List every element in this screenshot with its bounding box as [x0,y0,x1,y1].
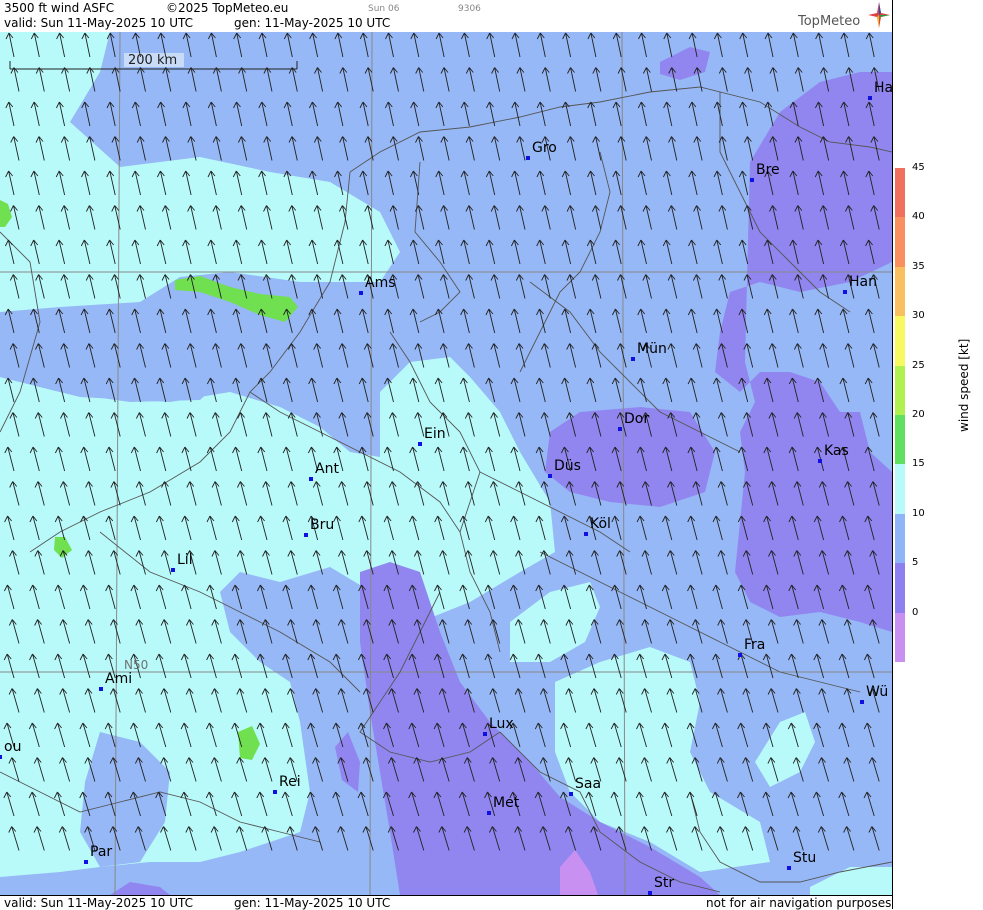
city-label: Ami [105,671,133,687]
city-marker [273,790,277,794]
city-marker [569,792,573,796]
city-label: Stu [793,850,817,866]
city-label: Str [654,875,675,891]
city-label: Köl [590,516,611,532]
city-label: Wü [866,684,889,700]
footer-gen-time: gen: 11-May-2025 10 UTC [234,896,391,910]
footer-bar: valid: Sun 11-May-2025 10 UTC gen: 11-Ma… [0,895,892,910]
city-label: Düs [554,458,581,474]
copyright: ©2025 TopMeteo.eu [166,1,289,15]
color-scale-tick: 35 [912,260,925,272]
color-scale-tick: 30 [912,310,925,322]
city-marker [84,860,88,864]
color-scale-tick: 25 [912,359,925,371]
city-marker [171,568,175,572]
city-label: ou [4,739,22,755]
city-label: Lux [489,716,514,732]
color-scale-segment [895,217,905,267]
scale-label: 200 km [128,53,178,68]
color-scale-segment [895,365,905,415]
city-marker [738,653,742,657]
city-label: Par [90,844,113,860]
city-marker [818,459,822,463]
city-label: Bre [756,162,780,178]
run-code: 9306 [458,4,481,14]
color-scale-segment [895,266,905,317]
color-scale-segment [895,415,905,465]
city-label: Fra [744,637,766,653]
city-label: Saa [575,776,602,792]
header-bar: 3500 ft wind ASFC ©2025 TopMeteo.eu Sun … [0,0,892,32]
color-scale-tick: 10 [912,507,925,519]
color-scale-segment [895,168,905,218]
city-label: Rei [279,774,301,790]
legend-panel [892,0,983,909]
city-marker [868,96,872,100]
color-scale-tick: 20 [912,409,925,420]
city-label: Met [493,795,520,811]
city-label: Ha [874,80,894,96]
city-label: Gro [532,140,557,156]
city-marker [304,533,308,537]
city-label: Dor [624,411,650,427]
city-marker [631,357,635,361]
color-scale-segment [895,316,905,366]
city-marker [99,687,103,691]
city-marker [618,427,622,431]
city-marker [584,532,588,536]
city-marker [487,811,491,815]
color-scale-tick: 0 [912,606,919,618]
footer-valid-time: valid: Sun 11-May-2025 10 UTC [4,896,193,910]
city-label: Kas [824,443,849,459]
city-label: Ein [424,426,446,442]
color-scale-tick: 45 [912,162,925,173]
color-scale-tick: 40 [912,211,925,223]
city-marker [483,732,487,736]
city-label: Mün [637,341,667,357]
city-marker [359,291,363,295]
color-scale-segment [895,513,905,564]
product-title: 3500 ft wind ASFC [4,1,115,15]
run-label: Sun 06 [368,4,400,14]
color-scale-segment [895,612,905,662]
city-label: Lil [177,552,193,568]
city-marker [526,156,530,160]
city-marker [860,700,864,704]
city-label: Han [849,274,877,290]
gen-time: gen: 11-May-2025 10 UTC [234,16,391,30]
legend-unit-label: wind speed [kt] [957,338,971,432]
valid-time: valid: Sun 11-May-2025 10 UTC [4,16,193,30]
city-label: Ant [315,461,339,477]
city-label: Ams [365,275,396,291]
color-scale-segment [895,563,905,613]
disclaimer: not for air navigation purposes [706,896,892,910]
latitude-label: N50 [124,658,149,672]
city-marker [0,755,2,759]
city-marker [309,477,313,481]
color-scale-segment [895,464,905,514]
city-marker [548,474,552,478]
topmeteo-logo: TopMeteo [798,14,861,29]
color-scale-tick: 5 [912,557,919,569]
city-marker [418,442,422,446]
compass-logo-icon [868,2,890,28]
city-marker [843,290,847,294]
city-label: Bru [310,517,335,533]
color-scale-tick: 15 [912,458,925,470]
city-marker [787,866,791,870]
city-marker [750,178,754,182]
